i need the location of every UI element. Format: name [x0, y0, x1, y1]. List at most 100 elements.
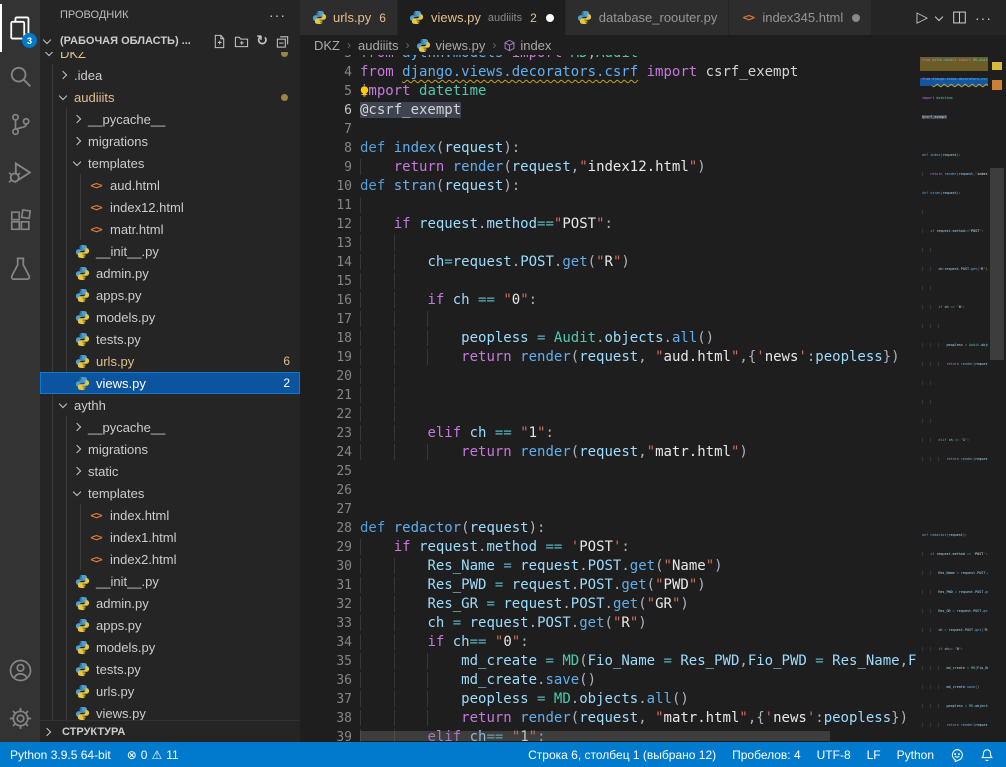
tree-item-index2.html[interactable]: <>index2.html [40, 548, 300, 570]
code-line-20[interactable] [360, 367, 916, 386]
code-line-4[interactable]: from django.views.decorators.csrf import… [360, 63, 916, 82]
code-line-3[interactable]: from aythh.models import MD,Audit [360, 55, 916, 63]
more-actions-button[interactable]: ··· [973, 8, 994, 28]
run-dropdown-button[interactable] [934, 14, 946, 22]
tree-item-urls.py[interactable]: urls.py6 [40, 350, 300, 372]
unsaved-dot-icon[interactable] [852, 14, 860, 22]
code-line-28[interactable]: def redactor(request): [360, 519, 916, 538]
tree-item-templates[interactable]: templates [40, 152, 300, 174]
code-pane[interactable]: from aythh.models import MD,Auditfrom dj… [360, 55, 916, 742]
code-line-14[interactable]: ch=request.POST.get("R") [360, 253, 916, 272]
code-line-26[interactable] [922, 494, 988, 513]
code-line-3[interactable]: from aythh.models import MD,Audit [922, 57, 988, 76]
settings-activity-icon[interactable] [0, 694, 40, 742]
tab-index345.html[interactable]: <>index345.html [729, 0, 872, 35]
code-line-7[interactable] [360, 120, 916, 139]
code-line-15[interactable] [922, 285, 988, 304]
tree-item-audiiits[interactable]: audiiits [40, 86, 300, 108]
code-line-27[interactable] [922, 513, 988, 532]
tree-item-tests.py[interactable]: tests.py [40, 658, 300, 680]
search-activity-icon[interactable] [0, 52, 40, 100]
tree-item--pycache-[interactable]: __pycache__ [40, 416, 300, 438]
code-line-33[interactable]: ch = request.POST.get("R") [922, 627, 988, 646]
tree-item-views.py[interactable]: views.py2 [40, 372, 300, 394]
code-line-32[interactable]: Res_GR = request.POST.get("GR") [922, 608, 988, 627]
code-line-12[interactable]: if request.method=="POST": [360, 215, 916, 234]
code-line-15[interactable] [360, 272, 916, 291]
tree-item-aud.html[interactable]: <>aud.html [40, 174, 300, 196]
source-control-activity-icon[interactable] [0, 100, 40, 148]
notifications-button[interactable] [980, 748, 994, 762]
code-line-37[interactable]: peopless = MD.objects.all() [922, 703, 988, 722]
code-line-21[interactable] [360, 386, 916, 405]
code-line-18[interactable]: peopless = Audit.objects.all() [360, 329, 916, 348]
code-line-35[interactable]: md_create = MD(Fio_Name = Res_PWD,Fio_PW… [360, 652, 916, 671]
code-line-17[interactable] [922, 323, 988, 342]
encoding-status[interactable]: UTF-8 [817, 748, 851, 762]
code-line-13[interactable] [360, 234, 916, 253]
refresh-button[interactable]: ↻ [256, 33, 268, 49]
code-line-9[interactable]: return render(request,"index12.html") [360, 158, 916, 177]
code-line-31[interactable]: Res_PWD = request.POST.get("PWD") [922, 589, 988, 608]
code-line-24[interactable]: return render(request,"matr.html") [922, 456, 988, 475]
run-debug-activity-icon[interactable] [0, 148, 40, 196]
code-line-29[interactable]: if request.method == 'POST': [922, 551, 988, 570]
tree-item-models.py[interactable]: models.py [40, 306, 300, 328]
tree-item-index.html[interactable]: <>index.html [40, 504, 300, 526]
tree-item-admin.py[interactable]: admin.py [40, 592, 300, 614]
tree-item--init-.py[interactable]: __init__.py [40, 240, 300, 262]
tree-item-apps.py[interactable]: apps.py [40, 614, 300, 636]
code-line-19[interactable]: return render(request, "aud.html",{'news… [922, 361, 988, 380]
code-line-31[interactable]: Res_PWD = request.POST.get("PWD") [360, 576, 916, 595]
tree-item--init-.py[interactable]: __init__.py [40, 570, 300, 592]
testing-activity-icon[interactable] [0, 244, 40, 292]
code-line-33[interactable]: ch = request.POST.get("R") [360, 614, 916, 633]
code-line-32[interactable]: Res_GR = request.POST.get("GR") [360, 595, 916, 614]
code-line-35[interactable]: md_create = MD(Fio_Name = Res_PWD,Fio_PW… [922, 665, 988, 684]
code-line-5[interactable]: import datetime [922, 95, 988, 114]
code-line-22[interactable] [360, 405, 916, 424]
unsaved-dot-icon[interactable] [546, 14, 554, 22]
tree-item-aythh[interactable]: aythh [40, 394, 300, 416]
code-line-5[interactable]: import datetime [360, 82, 916, 101]
tab-views.py[interactable]: views.pyaudiiits2 [398, 0, 566, 35]
extensions-activity-icon[interactable] [0, 196, 40, 244]
new-file-button[interactable] [212, 33, 227, 49]
tree-item-admin.py[interactable]: admin.py [40, 262, 300, 284]
code-line-34[interactable]: if ch== "0": [922, 646, 988, 665]
lightbulb-icon[interactable] [358, 85, 371, 98]
code-line-25[interactable] [360, 462, 916, 481]
workspace-section-header[interactable]: (РАБОЧАЯ ОБЛАСТЬ) ... ↻ [40, 30, 300, 52]
code-line-4[interactable]: from django.views.decorators.csrf import… [922, 76, 988, 95]
tree-item-views.py[interactable]: views.py [40, 702, 300, 720]
code-line-18[interactable]: peopless = Audit.objects.all() [922, 342, 988, 361]
code-line-23[interactable]: elif ch == "1": [922, 437, 988, 456]
horizontal-scrollbar-thumb[interactable] [360, 731, 830, 741]
python-interpreter-status[interactable]: Python 3.9.5 64-bit [10, 748, 111, 762]
code-line-38[interactable]: return render(request, "matr.html",{'new… [922, 722, 988, 741]
code-line-17[interactable] [360, 310, 916, 329]
problems-status[interactable]: ⊗ 0 ⚠ 11 [127, 748, 179, 762]
tree-item-index1.html[interactable]: <>index1.html [40, 526, 300, 548]
code-line-34[interactable]: if ch== "0": [360, 633, 916, 652]
code-line-9[interactable]: return render(request,"index12.html") [922, 171, 988, 190]
code-line-36[interactable]: md_create.save() [922, 684, 988, 703]
code-line-26[interactable] [360, 481, 916, 500]
run-python-file-button[interactable]: ▷ [914, 8, 930, 27]
minimap[interactable]: from aythh.models import MD,Auditfrom dj… [920, 55, 988, 742]
eol-status[interactable]: LF [867, 748, 881, 762]
tree-item-index12.html[interactable]: <>index12.html [40, 196, 300, 218]
tree-item-migrations[interactable]: migrations [40, 438, 300, 460]
code-line-8[interactable]: def index(request): [922, 152, 988, 171]
code-line-12[interactable]: if request.method=="POST": [922, 228, 988, 247]
indentation-status[interactable]: Пробелов: 4 [732, 748, 801, 762]
code-line-6[interactable]: @csrf_exempt [360, 101, 916, 120]
tree-item-urls.py[interactable]: urls.py [40, 680, 300, 702]
tree-item-.idea[interactable]: .idea [40, 64, 300, 86]
tree-item--pycache-[interactable]: __pycache__ [40, 108, 300, 130]
code-line-7[interactable] [922, 133, 988, 152]
code-line-28[interactable]: def redactor(request): [922, 532, 988, 551]
collapse-all-button[interactable] [275, 33, 290, 49]
breadcrumb-item-audiiits[interactable]: audiiits [358, 38, 398, 53]
feedback-button[interactable] [950, 748, 964, 762]
